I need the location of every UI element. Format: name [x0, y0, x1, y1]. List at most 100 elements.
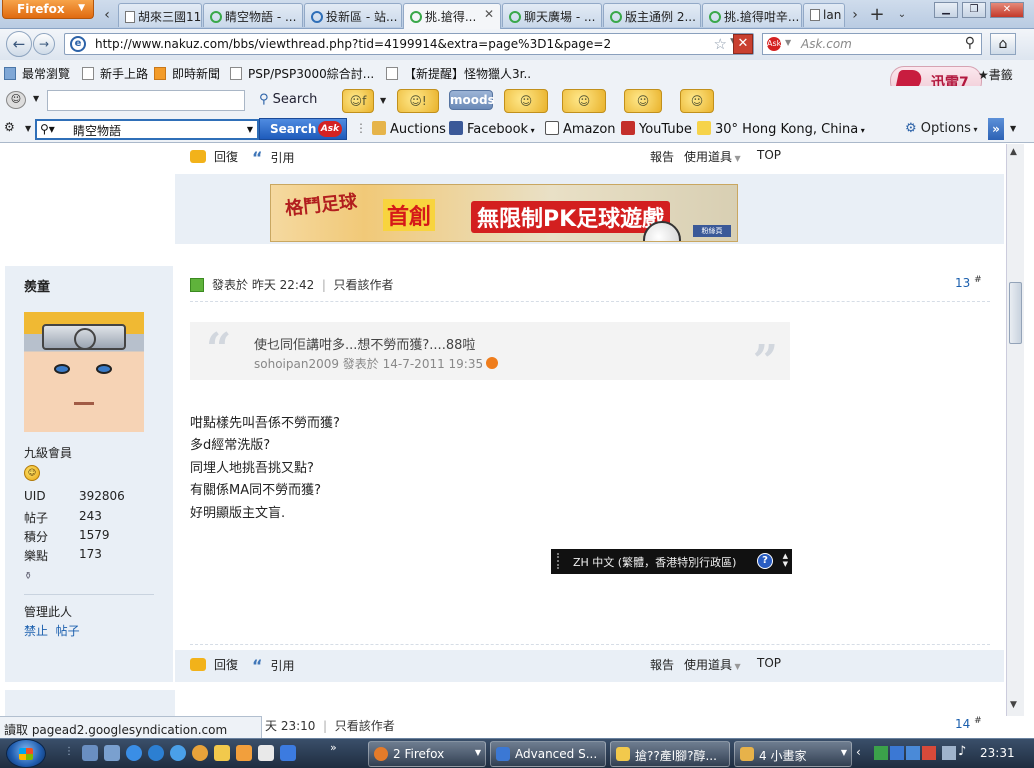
- top-link[interactable]: TOP: [757, 148, 781, 162]
- scroll-up-icon[interactable]: ▲: [1010, 147, 1017, 157]
- tab-3[interactable]: 投新區 - 站...: [304, 3, 402, 27]
- only-author-link[interactable]: 只看該作者: [334, 278, 394, 292]
- ie-icon[interactable]: [126, 745, 142, 761]
- chevron-down-icon[interactable]: ▼: [785, 38, 791, 47]
- report-link[interactable]: 報告: [650, 656, 674, 673]
- tab-2[interactable]: 睛空物語 - ...: [203, 3, 303, 27]
- grip-icon[interactable]: [557, 553, 563, 569]
- chevron-down-icon[interactable]: ▼: [247, 125, 253, 134]
- stop-icon[interactable]: ✕: [733, 34, 753, 54]
- quote-button[interactable]: “引用: [252, 148, 295, 167]
- bookmark-monster-hunter[interactable]: 【新提醒】怪物獵人3r..: [386, 65, 531, 82]
- only-author-link[interactable]: 只看該作者: [335, 719, 395, 733]
- tab-7[interactable]: 挑.搶得咁辛...: [702, 3, 802, 27]
- tab-6[interactable]: 版主通例 2...: [603, 3, 701, 27]
- close-tab-icon[interactable]: ✕: [484, 7, 494, 21]
- options-button[interactable]: ⚙ Options ▾: [905, 121, 978, 136]
- smiley-toolbar-icon[interactable]: ☺: [6, 91, 26, 109]
- minimize-icon[interactable]: ▁: [934, 2, 958, 18]
- tray-app-icon[interactable]: [922, 746, 936, 760]
- report-link[interactable]: 報告: [650, 148, 674, 165]
- chevron-down-icon[interactable]: ▼: [380, 96, 386, 105]
- browser-icon[interactable]: [148, 745, 164, 761]
- ime-options-icon[interactable]: ▲ ▼: [783, 552, 788, 568]
- bookmark-most-visited[interactable]: 最常瀏覽: [4, 65, 70, 82]
- scroll-down-icon[interactable]: ▼: [1010, 700, 1017, 710]
- ban-link[interactable]: 禁止: [24, 624, 48, 638]
- more-chevron-icon[interactable]: »: [988, 118, 1004, 140]
- post-number-link[interactable]: 13 #: [955, 275, 982, 290]
- tab-scroll-right-icon[interactable]: ›: [846, 4, 864, 26]
- tools-menu[interactable]: 使用道具 ▼: [684, 656, 741, 673]
- restore-icon[interactable]: ❐: [962, 2, 986, 18]
- close-window-icon[interactable]: ✕: [990, 2, 1024, 18]
- explorer-icon[interactable]: [104, 745, 120, 761]
- tab-list-icon[interactable]: ⌄: [893, 4, 911, 26]
- chevron-down-icon[interactable]: ▼: [25, 124, 31, 133]
- network-icon[interactable]: [942, 746, 956, 760]
- bookmarks-menu[interactable]: ★書籤: [978, 66, 1013, 83]
- messenger-icon[interactable]: [170, 745, 186, 761]
- qq-icon[interactable]: [214, 745, 230, 761]
- task-chat[interactable]: 搶??產l腳?醇...: [610, 741, 730, 767]
- tab-5[interactable]: 聊天廣場 - ...: [502, 3, 602, 27]
- game-emoticon-icon[interactable]: ☺: [504, 89, 548, 113]
- facebook-button[interactable]: Facebook ▾: [449, 121, 535, 137]
- show-desktop-icon[interactable]: [82, 745, 98, 761]
- firefox-menu-button[interactable]: Firefox ▼: [2, 0, 94, 19]
- toolbar-search-button[interactable]: ⚲ Search: [259, 92, 317, 107]
- top-link[interactable]: TOP: [757, 656, 781, 670]
- toolbar-search-field[interactable]: ⚲▾ 睛空物語 ▼: [35, 119, 259, 140]
- tray-app-icon[interactable]: [890, 746, 904, 760]
- chevron-down-icon[interactable]: ▼: [1010, 124, 1016, 133]
- quicklaunch-more-icon[interactable]: »: [330, 741, 337, 754]
- home-icon[interactable]: ⌂: [990, 33, 1016, 55]
- bookmark-getting-started[interactable]: 新手上路: [82, 65, 148, 82]
- next-post-number-link[interactable]: 14 #: [955, 716, 982, 731]
- posts-link[interactable]: 帖子: [56, 624, 80, 638]
- app-icon[interactable]: [280, 745, 296, 761]
- ime-language-bar[interactable]: ZH 中文 (繁體，香港特別行政區)? ▲ ▼: [551, 549, 792, 574]
- new-tab-icon[interactable]: +: [868, 4, 886, 26]
- toolbar-search-input[interactable]: [47, 90, 245, 111]
- tab-1[interactable]: 胡來三國11...: [118, 3, 202, 27]
- weather-button[interactable]: 30° Hong Kong, China ▾: [697, 121, 865, 137]
- task-paint[interactable]: 4 小畫家 ▼: [734, 741, 852, 767]
- camera-emoticon-icon[interactable]: ☺: [562, 89, 606, 113]
- volume-icon[interactable]: ♪: [958, 744, 966, 759]
- ask-search-input[interactable]: Ask ▼ Ask.com ⚲: [762, 33, 982, 55]
- toolbar-gear-icon[interactable]: ⚙: [4, 120, 15, 134]
- amazon-button[interactable]: Amazon: [545, 121, 616, 137]
- tab-8[interactable]: lan: [803, 3, 845, 27]
- auctions-button[interactable]: Auctions: [372, 121, 446, 137]
- address-bar[interactable]: e http://www.nakuz.com/bbs/viewthread.php…: [64, 33, 754, 55]
- chevron-down-icon[interactable]: ▼: [33, 94, 39, 103]
- reply-button[interactable]: 回復: [190, 656, 238, 673]
- tray-app-icon[interactable]: [906, 746, 920, 760]
- quote-button[interactable]: “引用: [252, 656, 295, 675]
- scroll-thumb[interactable]: [1009, 282, 1022, 344]
- exclaim-emoticon-icon[interactable]: ☺!: [397, 89, 439, 113]
- tray-app-icon[interactable]: [874, 746, 888, 760]
- photo-emoticon-icon[interactable]: ☺: [624, 89, 662, 113]
- goto-post-icon[interactable]: [486, 357, 499, 369]
- search-icon[interactable]: ⚲: [965, 35, 975, 51]
- back-icon[interactable]: ←: [6, 31, 32, 57]
- facebook-emoticon-icon[interactable]: ☺f: [342, 89, 374, 113]
- chrome-icon[interactable]: [192, 745, 208, 761]
- forward-icon[interactable]: →: [33, 33, 55, 55]
- tools-menu[interactable]: 使用道具 ▼: [684, 148, 741, 165]
- banner-ad[interactable]: 格鬥足球 首創 無限制PK足球遊戲 粉絲頁: [270, 184, 738, 242]
- task-firefox[interactable]: 2 Firefox ▼: [368, 741, 486, 767]
- task-advanced[interactable]: Advanced S...: [490, 741, 606, 767]
- help-icon[interactable]: ?: [757, 553, 773, 569]
- media-icon[interactable]: [236, 745, 252, 761]
- tab-active[interactable]: 挑.搶得... ✕: [403, 3, 501, 29]
- tv-emoticon-icon[interactable]: ☺: [680, 89, 714, 113]
- avatar[interactable]: [24, 312, 144, 432]
- bookmark-psp[interactable]: PSP/PSP3000綜合討...: [230, 65, 374, 82]
- taskbar-clock[interactable]: 23:31: [980, 746, 1015, 760]
- bookmark-news[interactable]: 即時新聞: [154, 65, 220, 82]
- username-link[interactable]: 羨童: [24, 276, 50, 295]
- moods-button[interactable]: moods: [449, 90, 495, 110]
